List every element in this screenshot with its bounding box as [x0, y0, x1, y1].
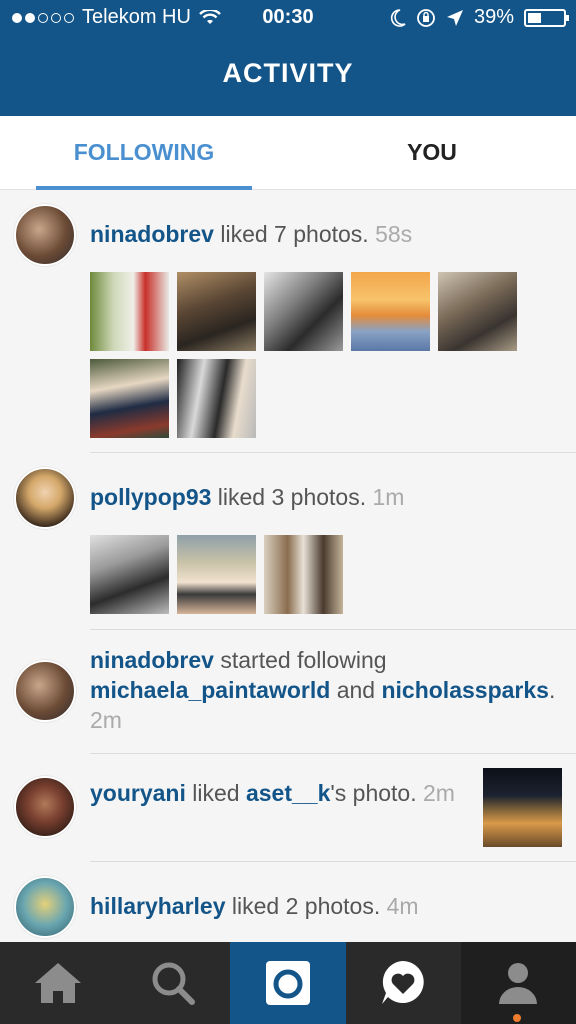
- activity-text: hillaryharley liked 2 photos. 4m: [90, 891, 556, 921]
- tab-search[interactable]: [115, 942, 230, 1024]
- avatar[interactable]: [14, 204, 76, 266]
- activity-conjunction: and: [330, 677, 382, 703]
- camera-icon: [265, 961, 310, 1005]
- photo-thumbnail[interactable]: [177, 535, 256, 614]
- orientation-lock-icon: [417, 8, 435, 27]
- username-link[interactable]: pollypop93: [90, 484, 211, 510]
- username-link[interactable]: michaela_paintaworld: [90, 677, 330, 703]
- profile-icon: [499, 963, 538, 1004]
- notification-dot: [512, 1014, 521, 1022]
- divider: [90, 629, 576, 630]
- activity-action: liked 7 photos.: [213, 221, 376, 247]
- photo-thumbnail[interactable]: [177, 272, 256, 351]
- timestamp: 58s: [375, 221, 413, 247]
- bottom-tab-bar: [0, 942, 576, 1024]
- activity-text: ninadobrev started following michaela_pa…: [90, 645, 556, 735]
- photo-thumbnail[interactable]: [177, 359, 256, 438]
- photo-thumbnail[interactable]: [351, 272, 430, 351]
- search-icon: [152, 962, 195, 1005]
- tab-profile[interactable]: [460, 942, 576, 1024]
- avatar[interactable]: [14, 876, 76, 938]
- battery-icon: [524, 8, 569, 27]
- activity-action: liked: [185, 780, 246, 806]
- username-link[interactable]: hillaryharley: [90, 893, 226, 919]
- timestamp: 4m: [386, 893, 419, 919]
- activity-end: .: [548, 677, 556, 703]
- activity-action: liked 3 photos.: [211, 484, 373, 510]
- activity-action: started following: [213, 647, 387, 673]
- activity-text: youryani liked aset__k's photo. 2m: [90, 778, 476, 808]
- activity-tabs: FOLLOWING YOU: [0, 116, 576, 190]
- timestamp: 1m: [372, 484, 405, 510]
- activity-text: pollypop93 liked 3 photos. 1m: [90, 482, 556, 512]
- timestamp: 2m: [423, 780, 455, 806]
- divider: [90, 452, 576, 453]
- photo-thumbnail[interactable]: [90, 359, 169, 438]
- photo-grid: [90, 272, 530, 438]
- tab-following[interactable]: FOLLOWING: [0, 116, 288, 190]
- photo-thumbnail[interactable]: [264, 535, 343, 614]
- activity-text: ninadobrev liked 7 photos. 58s: [90, 219, 556, 249]
- photo-thumbnail[interactable]: [264, 272, 343, 351]
- photo-thumbnail[interactable]: [438, 272, 517, 351]
- photo-thumbnail[interactable]: [90, 535, 169, 614]
- activity-feed[interactable]: ninadobrev liked 7 photos. 58s pollypop9…: [0, 190, 576, 942]
- battery-percent: 39%: [473, 6, 514, 28]
- username-link[interactable]: youryani: [90, 780, 186, 806]
- do-not-disturb-moon-icon: [390, 8, 406, 27]
- header: Telekom HU 00:30 39% ACTIVITY: [0, 0, 576, 116]
- tab-you[interactable]: YOU: [288, 116, 576, 190]
- divider: [90, 753, 576, 754]
- photo-thumbnail[interactable]: [483, 768, 562, 847]
- tab-activity[interactable]: [346, 942, 461, 1024]
- home-icon: [34, 963, 81, 1003]
- status-right: 39%: [390, 6, 569, 29]
- tab-camera[interactable]: [230, 942, 346, 1024]
- timestamp: 2m: [90, 707, 122, 733]
- username-link[interactable]: aset__k: [246, 780, 330, 806]
- avatar[interactable]: [14, 467, 76, 529]
- tab-home[interactable]: [0, 942, 115, 1024]
- avatar[interactable]: [14, 660, 76, 722]
- photo-thumbnail[interactable]: [90, 272, 169, 351]
- username-link[interactable]: ninadobrev: [90, 221, 214, 247]
- avatar[interactable]: [14, 776, 76, 838]
- status-bar: Telekom HU 00:30 39%: [0, 0, 576, 38]
- activity-end: 's photo.: [330, 780, 424, 806]
- username-link[interactable]: nicholassparks: [381, 677, 548, 703]
- activity-action: liked 2 photos.: [225, 893, 387, 919]
- username-link[interactable]: ninadobrev: [90, 647, 214, 673]
- photo-grid: [90, 535, 530, 614]
- divider: [90, 861, 576, 862]
- page-title: ACTIVITY: [222, 58, 354, 88]
- location-arrow-icon: [446, 9, 463, 26]
- activity-heart-icon: [382, 961, 424, 1004]
